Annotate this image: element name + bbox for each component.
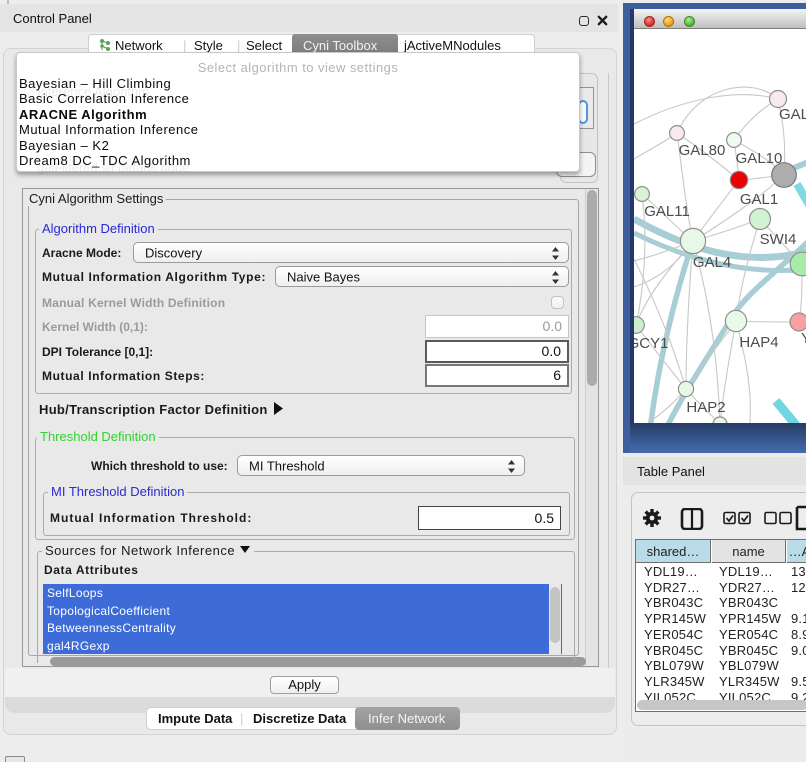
svg-text:Y: Y	[801, 330, 806, 347]
svg-text:GAL4: GAL4	[693, 254, 731, 271]
svg-text:GAL11: GAL11	[644, 203, 690, 220]
svg-text:SWI4: SWI4	[760, 231, 797, 248]
svg-text:GAL7: GAL7	[779, 106, 806, 123]
svg-text:GAL80: GAL80	[679, 142, 726, 159]
svg-text:GAL1: GAL1	[740, 191, 778, 208]
svg-text:GCY1: GCY1	[634, 335, 668, 352]
svg-text:GAL10: GAL10	[736, 150, 783, 167]
svg-text:HAP4: HAP4	[739, 334, 778, 351]
svg-text:HAP2: HAP2	[686, 399, 725, 416]
